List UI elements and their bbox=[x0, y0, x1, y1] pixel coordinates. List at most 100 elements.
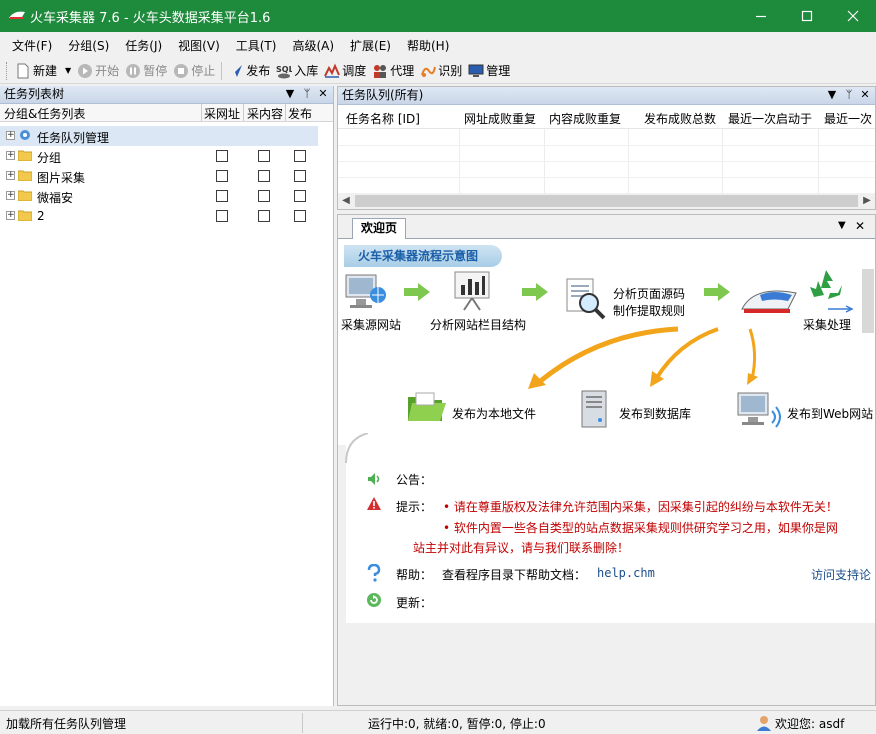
tree-item-weifuan[interactable]: + 微福安 bbox=[0, 186, 318, 206]
minimize-button[interactable] bbox=[738, 0, 784, 32]
expand-icon[interactable]: + bbox=[6, 171, 15, 180]
collect-content-checkbox[interactable] bbox=[258, 150, 270, 162]
col-publish-stats[interactable]: 发布成败总数 bbox=[644, 110, 716, 127]
proxy-label: 代理 bbox=[390, 64, 415, 78]
tip-label: 提示： bbox=[396, 500, 433, 514]
pin-icon[interactable]: ᛘ bbox=[842, 88, 856, 102]
col-group-task[interactable]: 分组&任务列表 bbox=[4, 105, 85, 122]
manage-label: 管理 bbox=[486, 64, 511, 78]
flow-analyze-site-label: 分析网站栏目结构 bbox=[430, 318, 527, 332]
col-collect-url[interactable]: 采网址 bbox=[204, 105, 240, 122]
toolbar-grip[interactable] bbox=[6, 61, 9, 80]
status-bar: 加载所有任务队列管理 运行中:0, 就绪:0, 暂停:0, 停止:0 欢迎您: … bbox=[0, 710, 876, 734]
col-last[interactable]: 最近一次 bbox=[824, 110, 872, 127]
tree-item-queue-manager[interactable]: + 任务队列管理 bbox=[0, 126, 318, 146]
menu-file[interactable]: 文件(F) bbox=[4, 37, 60, 54]
close-button[interactable] bbox=[830, 0, 876, 32]
recognize-label: 识别 bbox=[438, 64, 463, 78]
help-file-link[interactable]: help.chm bbox=[597, 566, 655, 580]
col-last-start[interactable]: 最近一次启动于 bbox=[728, 110, 812, 127]
publish-button[interactable]: 发布 bbox=[225, 60, 273, 82]
collect-content-checkbox[interactable] bbox=[258, 210, 270, 222]
manage-button[interactable]: 管理 bbox=[465, 60, 513, 82]
collect-url-checkbox[interactable] bbox=[216, 210, 228, 222]
blue-arrow-icon bbox=[828, 305, 854, 313]
menu-task[interactable]: 任务(J) bbox=[117, 37, 170, 54]
new-label: 新建 bbox=[33, 64, 58, 78]
scroll-right-icon[interactable]: ▶ bbox=[860, 195, 874, 207]
menu-view[interactable]: 视图(V) bbox=[170, 37, 228, 54]
expand-icon[interactable]: + bbox=[6, 151, 15, 160]
pause-icon bbox=[126, 63, 141, 78]
publish-checkbox[interactable] bbox=[294, 210, 306, 222]
tree-item-image-collect[interactable]: + 图片采集 bbox=[0, 166, 318, 186]
col-url-stats[interactable]: 网址成败重复 bbox=[464, 110, 536, 127]
flow-source-label: 采集源网站 bbox=[341, 318, 402, 332]
import-button[interactable]: SQL 入库 bbox=[273, 60, 321, 82]
tab-menu-icon[interactable]: ▼ bbox=[838, 220, 846, 231]
menu-group[interactable]: 分组(S) bbox=[60, 37, 117, 54]
expand-icon[interactable]: + bbox=[6, 211, 15, 220]
tip-line-2b: 站主并对此有异议，请与我们联系删除！ bbox=[413, 541, 630, 555]
collect-content-checkbox[interactable] bbox=[258, 190, 270, 202]
queue-manager-icon bbox=[20, 130, 30, 140]
collect-content-checkbox[interactable] bbox=[258, 170, 270, 182]
collect-url-checkbox[interactable] bbox=[216, 150, 228, 162]
flow-analyze-source-label-2: 制作提取规则 bbox=[613, 304, 686, 318]
col-publish[interactable]: 发布 bbox=[288, 105, 312, 122]
tab-welcome[interactable]: 欢迎页 bbox=[352, 218, 407, 239]
scroll-left-icon[interactable]: ◀ bbox=[339, 195, 353, 207]
expand-icon[interactable]: + bbox=[6, 131, 15, 140]
col-content-stats[interactable]: 内容成败重复 bbox=[549, 110, 621, 127]
toolbar-separator bbox=[221, 61, 223, 80]
flow-process-label: 采集处理 bbox=[803, 318, 852, 332]
publish-checkbox[interactable] bbox=[294, 190, 306, 202]
horizontal-scrollbar[interactable]: ◀ ▶ bbox=[338, 193, 875, 209]
menu-extend[interactable]: 扩展(E) bbox=[342, 37, 399, 54]
update-label: 更新： bbox=[396, 596, 433, 610]
col-collect-content[interactable]: 采内容 bbox=[247, 105, 283, 122]
maximize-button[interactable] bbox=[784, 0, 830, 32]
menu-bar: 文件(F) 分组(S) 任务(J) 视图(V) 工具(T) 高级(A) 扩展(E… bbox=[0, 32, 876, 58]
tab-close-icon[interactable]: ✕ bbox=[855, 219, 865, 233]
tree-item-group[interactable]: + 分组 bbox=[0, 146, 318, 166]
publish-checkbox[interactable] bbox=[294, 170, 306, 182]
publish-checkbox[interactable] bbox=[294, 150, 306, 162]
stop-icon bbox=[174, 63, 189, 78]
proxy-users-icon bbox=[374, 64, 387, 78]
task-tree-panel-title: 任务列表树 bbox=[4, 87, 65, 101]
menu-help[interactable]: 帮助(H) bbox=[399, 37, 457, 54]
proxy-button[interactable]: 代理 bbox=[369, 60, 417, 82]
menu-advanced[interactable]: 高级(A) bbox=[284, 37, 342, 54]
task-queue-panel-header: 任务队列(所有) ▼ ᛘ ✕ bbox=[338, 87, 875, 105]
panel-menu-icon[interactable]: ▼ bbox=[825, 88, 839, 102]
web-publish-computer-icon bbox=[737, 392, 781, 428]
schedule-chart-icon bbox=[324, 63, 341, 78]
panel-menu-icon[interactable]: ▼ bbox=[283, 87, 297, 101]
start-button[interactable]: 开始 bbox=[74, 60, 122, 82]
pin-icon[interactable]: ᛘ bbox=[300, 87, 314, 101]
import-label: 入库 bbox=[294, 64, 319, 78]
support-forum-link[interactable]: 访问支持论 bbox=[811, 566, 871, 583]
flow-diagram: 火车采集器流程示意图 采集源网站 分析网站栏目结构 分析页面源码 制作提取规则 bbox=[338, 239, 875, 445]
schedule-button[interactable]: 调度 bbox=[321, 60, 369, 82]
maximize-icon bbox=[801, 10, 813, 22]
panel-close-icon[interactable]: ✕ bbox=[858, 88, 872, 102]
expand-icon[interactable]: + bbox=[6, 191, 15, 200]
chevron-down-icon[interactable]: ▼ bbox=[65, 66, 71, 75]
panel-close-icon[interactable]: ✕ bbox=[316, 87, 330, 101]
window-title: 火车采集器 7.6 - 火车头数据采集平台1.6 bbox=[30, 11, 271, 26]
menu-tools[interactable]: 工具(T) bbox=[228, 37, 285, 54]
recognize-button[interactable]: 识别 bbox=[417, 60, 465, 82]
scrollbar-thumb[interactable] bbox=[355, 195, 858, 207]
tree-item-2[interactable]: + 2 bbox=[0, 206, 318, 226]
pause-button[interactable]: 暂停 bbox=[122, 60, 170, 82]
col-task-name[interactable]: 任务名称 [ID] bbox=[346, 110, 420, 127]
collect-url-checkbox[interactable] bbox=[216, 170, 228, 182]
notice-label: 公告： bbox=[396, 473, 433, 487]
speaker-icon bbox=[368, 473, 380, 485]
title-bar: 火车采集器 7.6 - 火车头数据采集平台1.6 bbox=[0, 0, 876, 32]
collect-url-checkbox[interactable] bbox=[216, 190, 228, 202]
stop-button[interactable]: 停止 bbox=[170, 60, 218, 82]
new-button[interactable]: 新建 ▼ bbox=[12, 60, 74, 82]
